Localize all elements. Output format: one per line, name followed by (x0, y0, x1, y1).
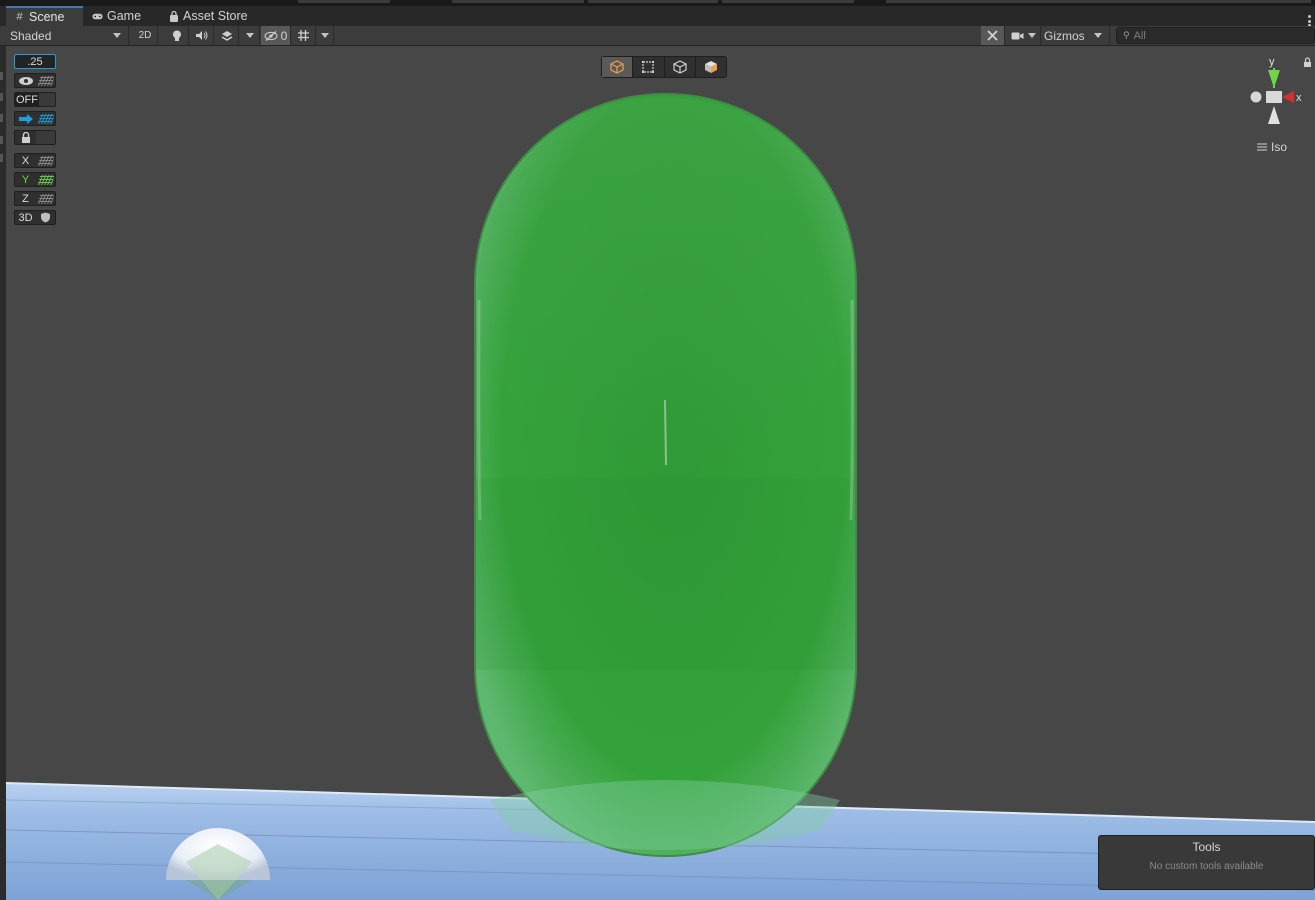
cube-mode-button[interactable] (602, 57, 634, 77)
gizmo-y-label: y (1269, 56, 1275, 68)
gizmo-neg-y-cone[interactable] (1268, 106, 1280, 124)
grid-visibility-toggle[interactable] (14, 73, 56, 88)
wire-cube-icon (610, 60, 624, 74)
grid-off-label: OFF (15, 93, 39, 106)
3d-grid-toggle[interactable]: 3D (14, 210, 56, 225)
outline-cube-button[interactable] (665, 57, 696, 77)
lock-grid-toggle[interactable] (14, 130, 56, 145)
eye-icon (15, 74, 36, 87)
gizmo-center-cube[interactable] (1266, 91, 1282, 103)
snap-increment-field[interactable]: .25 (14, 54, 56, 69)
tool-mode-group (601, 56, 727, 78)
grid-icon (37, 193, 54, 204)
arrow-right-icon (15, 112, 36, 125)
axis-x-label: X (21, 154, 30, 167)
outline-cube-icon (673, 60, 687, 74)
gizmo-neg-x-cone[interactable] (1250, 91, 1262, 103)
grid-icon (37, 155, 54, 166)
scene-viewport[interactable] (0, 0, 1315, 900)
tools-message: No custom tools available (1149, 861, 1264, 872)
rect-mode-button[interactable] (633, 57, 665, 77)
lock-icon (15, 131, 36, 144)
axis-x-grid-toggle[interactable]: X (14, 153, 56, 168)
gizmo-x-axis-cone[interactable] (1282, 91, 1294, 103)
3d-label: 3D (18, 211, 33, 224)
capsule-object[interactable] (474, 93, 857, 857)
projection-toggle[interactable]: Iso (1257, 140, 1287, 154)
grid-icon (37, 174, 54, 185)
scene-view-window: # Scene Game Asset Store Shaded 2D 0 Giz… (0, 0, 1315, 900)
snap-increment-value: .25 (27, 55, 43, 68)
grid-snap-off-toggle[interactable]: OFF (14, 92, 56, 107)
axis-z-label: Z (22, 192, 29, 205)
tools-overlay-panel: Tools No custom tools available (1098, 835, 1315, 890)
move-snap-toggle[interactable] (14, 111, 56, 126)
projection-label: Iso (1271, 140, 1288, 154)
axis-y-label: Y (21, 173, 30, 186)
axis-y-grid-toggle[interactable]: Y (14, 172, 56, 187)
solid-cube-icon (704, 61, 717, 73)
solid-cube-button[interactable] (696, 57, 726, 77)
menu-lines-icon (1257, 143, 1267, 151)
axis-z-grid-toggle[interactable]: Z (14, 191, 56, 206)
shield-icon (36, 211, 55, 224)
tools-title: Tools (1192, 840, 1221, 854)
gizmo-lock-icon[interactable] (1303, 57, 1312, 68)
grid-icon (37, 75, 54, 86)
grid-icon (37, 113, 54, 124)
gizmo-x-label: x (1296, 92, 1302, 104)
rect-select-icon (642, 61, 655, 73)
